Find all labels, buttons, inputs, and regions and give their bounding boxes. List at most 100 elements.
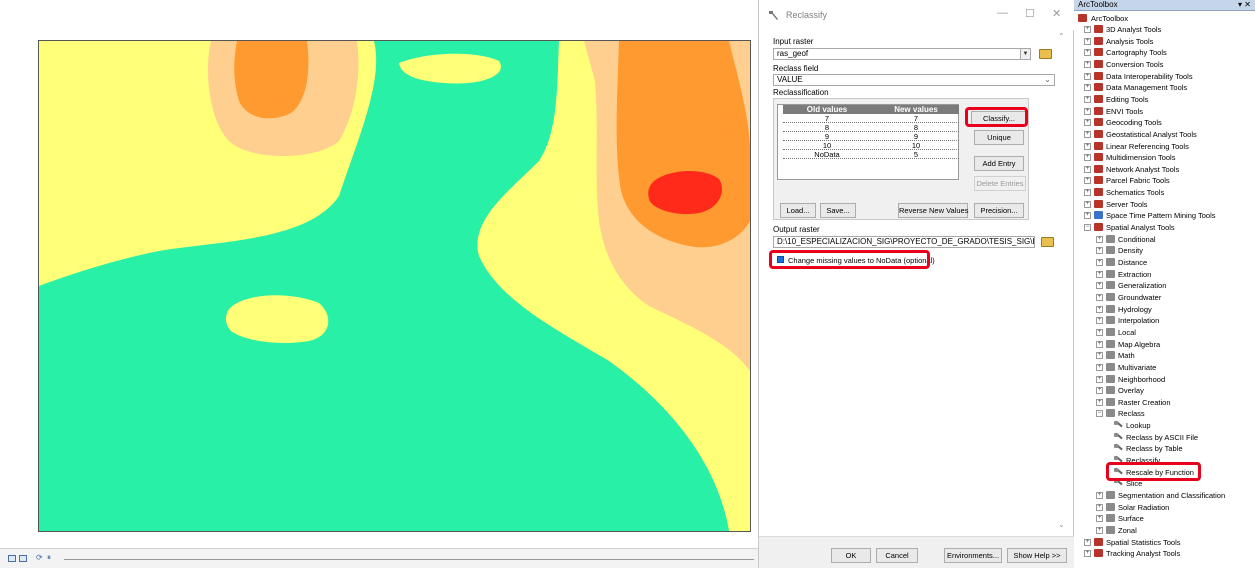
expand-icon[interactable]: +	[1096, 293, 1103, 301]
expand-icon[interactable]: +	[1096, 270, 1103, 278]
table-row[interactable]: 10 10	[783, 142, 959, 150]
expand-icon[interactable]: +	[1096, 375, 1103, 383]
expand-icon[interactable]: +	[1084, 177, 1091, 185]
dialog-titlebar[interactable]: Reclassify — ☐ ✕	[759, 0, 1075, 30]
reverse-new-values-button[interactable]: Reverse New Values	[898, 203, 968, 218]
table-row[interactable]: 7 7	[783, 115, 959, 123]
expand-icon[interactable]: +	[1084, 154, 1091, 162]
layout-view-icon[interactable]	[8, 555, 16, 562]
load-button[interactable]: Load...	[780, 203, 816, 218]
change-missing-checkbox[interactable]	[777, 256, 784, 263]
chevron-up-icon[interactable]: ⌃	[1058, 32, 1065, 41]
expand-icon[interactable]: +	[1084, 142, 1091, 150]
cancel-button[interactable]: Cancel	[876, 548, 918, 563]
expand-icon[interactable]: +	[1084, 37, 1091, 45]
minimize-button[interactable]: —	[997, 7, 1008, 19]
expand-icon[interactable]: +	[1084, 49, 1091, 57]
precision-button[interactable]: Precision...	[974, 203, 1024, 218]
old-value-cell[interactable]: 10	[783, 142, 871, 150]
new-value-cell[interactable]: 5	[873, 151, 959, 159]
data-view-icon[interactable]	[19, 555, 27, 562]
expand-icon[interactable]: +	[1084, 212, 1091, 220]
expand-icon[interactable]: +	[1096, 363, 1103, 371]
reclass-field-select[interactable]: VALUE ⌄	[773, 74, 1055, 86]
tree-item-label: Geocoding Tools	[1106, 118, 1162, 128]
new-value-cell[interactable]: 10	[873, 142, 959, 150]
expand-icon[interactable]: +	[1084, 130, 1091, 138]
refresh-icon[interactable]: ⟳	[36, 553, 43, 562]
expand-icon[interactable]: +	[1096, 352, 1103, 360]
tree-item-label: Math	[1118, 351, 1135, 361]
tree-item-label: Extraction	[1118, 269, 1152, 279]
old-value-cell[interactable]: 9	[783, 133, 871, 141]
new-value-cell[interactable]: 7	[873, 115, 959, 123]
input-raster-select[interactable]: ras_geof ▼	[773, 48, 1031, 60]
expand-icon[interactable]: +	[1084, 165, 1091, 173]
expand-icon[interactable]: +	[1096, 317, 1103, 325]
expand-icon[interactable]: +	[1096, 515, 1103, 523]
expand-icon[interactable]: +	[1084, 95, 1091, 103]
chevron-down-icon[interactable]: ⌄	[1044, 75, 1051, 85]
chevron-down-icon[interactable]: ▼	[1020, 49, 1030, 59]
show-help-button[interactable]: Show Help >>	[1007, 548, 1067, 563]
save-button[interactable]: Save...	[820, 203, 856, 218]
environments-button[interactable]: Environments...	[944, 548, 1002, 563]
expand-icon[interactable]: +	[1096, 492, 1103, 499]
toolbox-icon	[1094, 164, 1103, 173]
collapse-icon[interactable]: −	[1096, 410, 1103, 418]
pause-icon[interactable]: ⏸	[47, 553, 51, 563]
table-row[interactable]: NoData 5	[783, 151, 959, 159]
tree-item-label: Raster Creation	[1118, 397, 1171, 407]
expand-icon[interactable]: +	[1084, 107, 1091, 115]
expand-icon[interactable]: +	[1084, 119, 1091, 127]
dialog-scrollbar[interactable]: ⌃ ⌄	[1055, 32, 1069, 532]
delete-entries-button[interactable]: Delete Entries	[974, 176, 1026, 191]
new-value-cell[interactable]: 9	[873, 133, 959, 141]
expand-icon[interactable]: +	[1084, 26, 1091, 33]
folder-open-icon[interactable]	[1039, 49, 1052, 59]
expand-icon[interactable]: +	[1096, 282, 1103, 290]
table-row[interactable]: 8 8	[783, 124, 959, 132]
unique-button[interactable]: Unique	[974, 130, 1024, 145]
new-value-cell[interactable]: 8	[873, 124, 959, 132]
chevron-down-icon[interactable]: ⌄	[1058, 520, 1065, 529]
expand-icon[interactable]: +	[1084, 538, 1091, 546]
scroll-track[interactable]	[64, 559, 754, 560]
folder-open-icon[interactable]	[1041, 237, 1054, 247]
pin-close-icons[interactable]: ▾ ✕	[1238, 0, 1251, 10]
maximize-button[interactable]: ☐	[1025, 7, 1035, 20]
expand-icon[interactable]: +	[1084, 84, 1091, 92]
expand-icon[interactable]: +	[1084, 72, 1091, 80]
expand-icon[interactable]: +	[1096, 305, 1103, 313]
arctoolbox-titlebar[interactable]: ArcToolbox ▾ ✕	[1074, 0, 1255, 11]
expand-icon[interactable]: +	[1096, 526, 1103, 534]
classify-button[interactable]: Classify...	[971, 111, 1027, 126]
ok-button[interactable]: OK	[831, 548, 871, 563]
expand-icon[interactable]: +	[1096, 235, 1103, 243]
expand-icon[interactable]: +	[1096, 387, 1103, 395]
expand-icon[interactable]: +	[1096, 503, 1103, 511]
old-value-cell[interactable]: NoData	[783, 151, 871, 159]
expand-icon[interactable]: +	[1096, 328, 1103, 336]
old-value-cell[interactable]: 7	[783, 115, 871, 123]
expand-icon[interactable]: +	[1084, 60, 1091, 68]
close-button[interactable]: ✕	[1052, 7, 1061, 20]
tree-item-label: Editing Tools	[1106, 94, 1149, 104]
expand-icon[interactable]: +	[1096, 398, 1103, 406]
reclass-table[interactable]: Old values New values 7 7 8 8 9 9 10 10 …	[777, 104, 959, 180]
output-raster-field[interactable]: D:\10_ESPECIALIZACION_SIG\PROYECTO_DE_GR…	[773, 236, 1035, 248]
table-row[interactable]: 9 9	[783, 133, 959, 141]
expand-icon[interactable]: +	[1096, 259, 1103, 266]
expand-icon[interactable]: +	[1096, 247, 1103, 255]
expand-icon[interactable]: +	[1096, 340, 1103, 348]
expand-icon[interactable]: +	[1084, 550, 1091, 558]
add-entry-button[interactable]: Add Entry	[974, 156, 1024, 171]
raster-map[interactable]	[38, 40, 751, 532]
expand-icon[interactable]: +	[1084, 200, 1091, 208]
expand-icon[interactable]: +	[1084, 189, 1091, 197]
tree-item-label: ENVI Tools	[1106, 106, 1143, 116]
toolset-icon	[1106, 281, 1115, 290]
reclassify-dialog: Reclassify — ☐ ✕ Input raster ras_geof ▼…	[758, 0, 1075, 568]
collapse-icon[interactable]: −	[1084, 224, 1091, 232]
old-value-cell[interactable]: 8	[783, 124, 871, 132]
